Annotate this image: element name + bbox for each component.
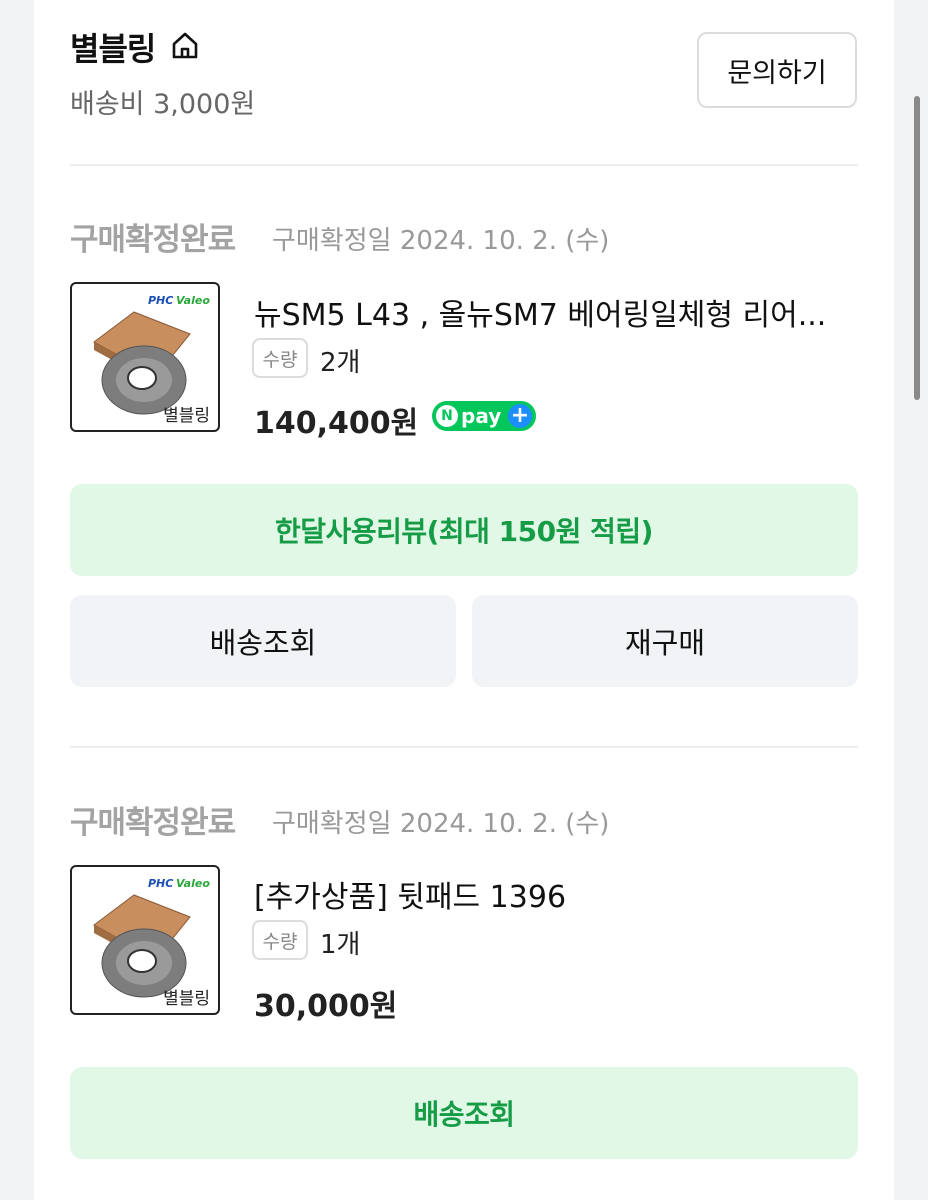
thumbnail-caption: 별블링 [163, 406, 210, 426]
quantity-value: 1개 [320, 930, 361, 960]
svg-text:PHC: PHC [148, 877, 173, 890]
divider [70, 746, 858, 748]
npay-n-icon: N [436, 405, 458, 427]
divider [70, 164, 858, 166]
review-button[interactable]: 한달사용리뷰(최대 150원 적립) [70, 484, 858, 576]
svg-text:Valeo: Valeo [176, 294, 210, 307]
shipping-fee: 배송비 3,000원 [70, 89, 256, 120]
track-delivery-button[interactable]: 배송조회 [70, 1067, 858, 1159]
price: 140,400원 [254, 406, 419, 441]
npay-label: pay [461, 404, 502, 428]
npay-plus-badge: N pay + [432, 401, 536, 431]
order-status: 구매확정완료 [70, 805, 236, 841]
product-name[interactable]: 뉴SM5 L43 , 올뉴SM7 베어링일체형 리어... [254, 290, 858, 334]
product-thumbnail[interactable]: PHC Valeo 별블링 [70, 282, 220, 432]
store-name[interactable]: 별블링 [70, 24, 156, 70]
quantity-label: 수량 [252, 920, 308, 960]
product-name[interactable]: [추가상품] 뒷패드 1396 [254, 872, 858, 916]
rebuy-button[interactable]: 재구매 [472, 595, 858, 687]
npay-plus-icon: + [508, 404, 532, 428]
confirm-date: 구매확정일 2024. 10. 2. (수) [272, 226, 610, 256]
track-delivery-button[interactable]: 배송조회 [70, 595, 456, 687]
svg-text:Valeo: Valeo [176, 877, 210, 890]
quantity-value: 2개 [320, 348, 361, 378]
price: 30,000원 [254, 989, 398, 1024]
order-status: 구매확정완료 [70, 222, 236, 258]
svg-text:PHC: PHC [148, 294, 173, 307]
inquiry-button[interactable]: 문의하기 [697, 32, 857, 108]
scrollbar[interactable] [914, 96, 920, 400]
confirm-date: 구매확정일 2024. 10. 2. (수) [272, 809, 610, 839]
quantity-label: 수량 [252, 338, 308, 378]
thumbnail-caption: 별블링 [163, 989, 210, 1009]
product-thumbnail[interactable]: PHC Valeo 별블링 [70, 865, 220, 1015]
home-icon[interactable] [170, 30, 200, 60]
